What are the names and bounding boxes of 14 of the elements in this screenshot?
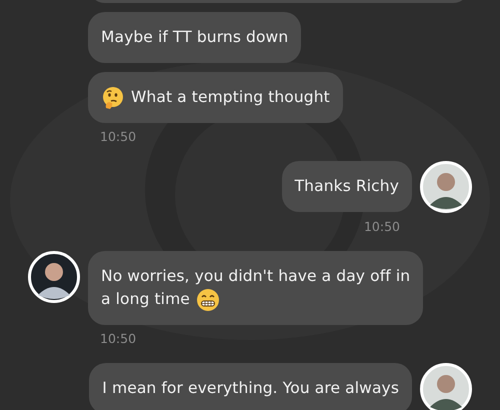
avatar-icon[interactable] — [28, 251, 80, 303]
message-time: 10:50 — [100, 129, 138, 144]
message-time: 10:50 — [364, 219, 400, 234]
message-text: No worries, you didn't have a day off in — [101, 266, 410, 287]
message-text: What a tempting thought — [131, 87, 330, 108]
thinking-face-icon — [101, 86, 125, 110]
avatar-icon[interactable] — [420, 161, 472, 213]
message-text: Thanks Richy — [294, 176, 399, 197]
message-text: a long time — [101, 289, 190, 310]
message-text: Maybe if TT burns down — [101, 27, 288, 48]
message-text: I mean for everything. You are always — [102, 378, 399, 399]
grinning-face-icon — [196, 288, 220, 312]
avatar-icon[interactable] — [420, 363, 472, 410]
message-time: 10:50 — [100, 331, 138, 346]
